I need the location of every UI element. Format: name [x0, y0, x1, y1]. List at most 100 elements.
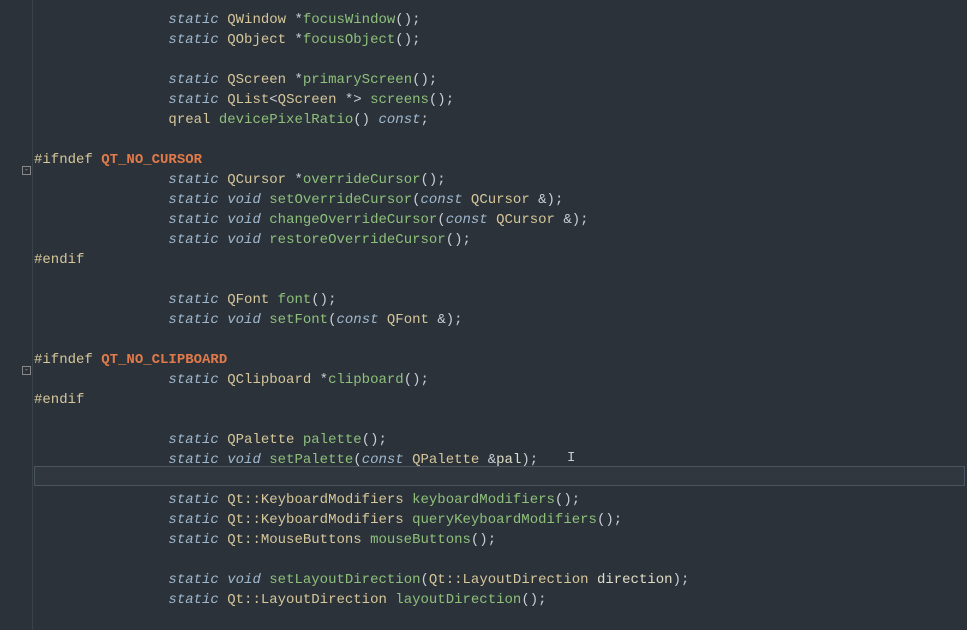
token-typens: Qt::MouseButtons	[227, 532, 361, 548]
token-op: ();	[362, 432, 387, 448]
token-pre: #ifndef	[34, 352, 93, 368]
token-op: &);	[530, 192, 564, 208]
code-line[interactable]	[34, 410, 967, 430]
token-func: palette	[303, 432, 362, 448]
token-kw: static	[168, 372, 218, 388]
token-kw: void	[227, 312, 261, 328]
token-op: (	[353, 452, 361, 468]
token-kw: void	[227, 192, 261, 208]
code-line[interactable]: static void setPalette(const QPalette &p…	[34, 450, 967, 470]
token-type: QPalette	[227, 432, 294, 448]
code-line[interactable]	[34, 330, 967, 350]
token-kw: static	[168, 172, 218, 188]
code-area[interactable]: static QWindow *focusWindow(); static QO…	[34, 10, 967, 610]
code-line[interactable]: static QList<QScreen *> screens();	[34, 90, 967, 110]
token-kw: static	[168, 192, 218, 208]
token-op: ();	[555, 492, 580, 508]
token-qreal: qreal	[168, 112, 210, 128]
code-line[interactable]	[34, 50, 967, 70]
token-op	[219, 492, 227, 508]
code-line[interactable]: static Qt::MouseButtons mouseButtons();	[34, 530, 967, 550]
token-type: QFont	[227, 292, 269, 308]
token-type: QList	[227, 92, 269, 108]
token-kw: static	[168, 532, 218, 548]
token-op: (	[412, 192, 420, 208]
token-func: keyboardModifiers	[412, 492, 555, 508]
code-line[interactable]: #ifndef QT_NO_CURSOR	[34, 150, 967, 170]
token-type: QFont	[387, 312, 429, 328]
token-op: *	[286, 12, 303, 28]
token-op	[488, 212, 496, 228]
token-func: font	[278, 292, 312, 308]
code-line[interactable]	[34, 470, 967, 490]
code-line[interactable]: static void restoreOverrideCursor();	[34, 230, 967, 250]
token-op	[219, 292, 227, 308]
token-kw: static	[168, 12, 218, 28]
token-op: &);	[555, 212, 589, 228]
token-type: QScreen	[278, 92, 337, 108]
token-op: ()	[353, 112, 378, 128]
token-op: *	[311, 372, 328, 388]
token-op	[219, 312, 227, 328]
code-line[interactable]: static void setFont(const QFont &);	[34, 310, 967, 330]
token-kw: void	[227, 452, 261, 468]
token-kw: static	[168, 452, 218, 468]
code-line[interactable]: static QClipboard *clipboard();	[34, 370, 967, 390]
token-func: screens	[370, 92, 429, 108]
token-op	[219, 512, 227, 528]
code-line[interactable]: static void setOverrideCursor(const QCur…	[34, 190, 967, 210]
token-typens: Qt::KeyboardModifiers	[227, 492, 403, 508]
token-op: ();	[412, 72, 437, 88]
code-line[interactable]	[34, 550, 967, 570]
token-op	[93, 152, 101, 168]
token-func: queryKeyboardModifiers	[412, 512, 597, 528]
token-op: ();	[311, 292, 336, 308]
token-op	[219, 572, 227, 588]
token-func: setLayoutDirection	[269, 572, 420, 588]
code-line[interactable]: static Qt::KeyboardModifiers queryKeyboa…	[34, 510, 967, 530]
token-kw: static	[168, 592, 218, 608]
code-line[interactable]	[34, 270, 967, 290]
token-op: ();	[395, 32, 420, 48]
token-func: setPalette	[269, 452, 353, 468]
code-line[interactable]: #endif	[34, 390, 967, 410]
code-line[interactable]: static QObject *focusObject();	[34, 30, 967, 50]
token-op: ();	[395, 12, 420, 28]
code-line[interactable]: static QWindow *focusWindow();	[34, 10, 967, 30]
code-line[interactable]: static void setLayoutDirection(Qt::Layou…	[34, 570, 967, 590]
fold-toggle[interactable]: -	[22, 166, 31, 175]
fold-toggle[interactable]: -	[22, 366, 31, 375]
token-op	[404, 512, 412, 528]
token-op	[404, 492, 412, 508]
code-line[interactable]: static Qt::LayoutDirection layoutDirecti…	[34, 590, 967, 610]
token-kw: void	[227, 212, 261, 228]
code-line[interactable]: static void changeOverrideCursor(const Q…	[34, 210, 967, 230]
token-op	[379, 312, 387, 328]
token-op	[463, 192, 471, 208]
code-line[interactable]: #endif	[34, 250, 967, 270]
token-func: setFont	[269, 312, 328, 328]
code-line[interactable]: #ifndef QT_NO_CLIPBOARD	[34, 350, 967, 370]
token-op: ();	[471, 532, 496, 548]
code-line[interactable]: static QCursor *overrideCursor();	[34, 170, 967, 190]
token-op	[261, 452, 269, 468]
token-kw: const	[362, 452, 404, 468]
code-line[interactable]	[34, 130, 967, 150]
code-line[interactable]: static QScreen *primaryScreen();	[34, 70, 967, 90]
token-op	[219, 92, 227, 108]
token-op	[261, 312, 269, 328]
token-kw: static	[168, 432, 218, 448]
token-func: changeOverrideCursor	[269, 212, 437, 228]
code-line[interactable]: static Qt::KeyboardModifiers keyboardMod…	[34, 490, 967, 510]
code-line[interactable]: qreal devicePixelRatio() const;	[34, 110, 967, 130]
token-kw: const	[446, 212, 488, 228]
code-line[interactable]: static QPalette palette();	[34, 430, 967, 450]
token-type: QPalette	[412, 452, 479, 468]
token-pre: #endif	[34, 392, 84, 408]
token-kw: static	[168, 492, 218, 508]
token-func: setOverrideCursor	[269, 192, 412, 208]
token-op	[269, 292, 277, 308]
token-op	[219, 12, 227, 28]
token-kw: static	[168, 292, 218, 308]
code-line[interactable]: static QFont font();	[34, 290, 967, 310]
